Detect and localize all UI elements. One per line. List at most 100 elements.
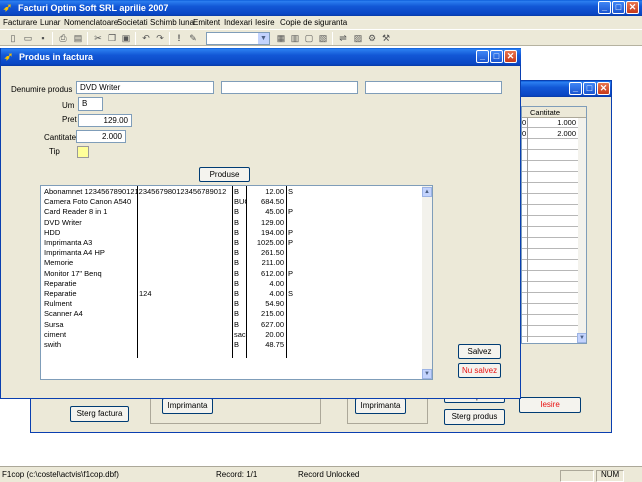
- exclamation-icon[interactable]: !: [173, 32, 185, 44]
- table-row[interactable]: 0 2.000: [522, 129, 578, 139]
- product-name: Imprimanta A3: [44, 238, 93, 247]
- product-price: 612.00: [261, 268, 284, 278]
- iesire-button[interactable]: Iesire: [519, 397, 581, 413]
- salvez-button[interactable]: Salvez: [458, 344, 501, 359]
- product-price: 48.75: [265, 340, 284, 349]
- dialog-close-button[interactable]: ✕: [504, 50, 517, 63]
- product-name: Memorie: [44, 258, 74, 268]
- report-icon[interactable]: ▧: [317, 32, 329, 44]
- print-icon[interactable]: ⎙: [57, 32, 69, 44]
- extra-field-2[interactable]: [365, 81, 502, 94]
- settings-icon[interactable]: ⚒: [380, 32, 392, 44]
- imprimanta-button-1[interactable]: Imprimanta: [162, 398, 213, 414]
- menu-iesire[interactable]: Iesire: [255, 18, 275, 27]
- table-row[interactable]: [522, 217, 578, 227]
- product-list[interactable]: Abonamnet 123456789012123456798012345678…: [40, 185, 433, 380]
- table-row[interactable]: [522, 327, 578, 337]
- sterg-produs-button[interactable]: Sterg produs: [444, 409, 505, 425]
- product-price: 215.00: [261, 309, 284, 319]
- menu-societati[interactable]: Societati: [117, 18, 148, 27]
- app-minimize-button[interactable]: _: [598, 1, 611, 14]
- copy-icon[interactable]: ❐: [106, 32, 118, 44]
- preview-icon[interactable]: ▤: [72, 32, 84, 44]
- app-title-bar[interactable]: ➶ Facturi Optim Soft SRL aprilie 2007 _ …: [0, 0, 642, 16]
- table-row[interactable]: [522, 228, 578, 238]
- invoice-close-button[interactable]: ✕: [597, 82, 610, 95]
- table-icon[interactable]: ▥: [289, 32, 301, 44]
- paste-icon[interactable]: ▣: [120, 32, 132, 44]
- query-icon[interactable]: ⇌: [337, 32, 349, 44]
- grid-scrollbar[interactable]: [578, 118, 586, 343]
- chevron-down-icon[interactable]: ▼: [258, 33, 269, 44]
- um-input[interactable]: B: [78, 97, 103, 111]
- menu-copie-de-siguranta[interactable]: Copie de siguranta: [280, 18, 347, 27]
- design-icon[interactable]: ✎: [187, 32, 199, 44]
- product-list-scrollbar[interactable]: [422, 186, 432, 379]
- menu-schimb-luna[interactable]: Schimb luna: [150, 18, 194, 27]
- table-row[interactable]: [522, 272, 578, 282]
- table-row[interactable]: [522, 162, 578, 172]
- dialog-minimize-button[interactable]: _: [476, 50, 489, 63]
- produse-button[interactable]: Produse: [199, 167, 250, 182]
- nu-salvez-button[interactable]: Nu salvez: [458, 363, 501, 378]
- menu-indexari[interactable]: Indexari: [224, 18, 252, 27]
- dialog-title-bar[interactable]: ➶ Produs in factura _ □ ✕: [1, 48, 521, 66]
- table-row[interactable]: [522, 294, 578, 304]
- app-close-button[interactable]: ✕: [626, 1, 639, 14]
- invoice-maximize-button[interactable]: □: [583, 82, 596, 95]
- table-row[interactable]: [522, 195, 578, 205]
- table-row[interactable]: [522, 261, 578, 271]
- menu-facturare[interactable]: Facturare: [3, 18, 37, 27]
- open-icon[interactable]: ▭: [22, 32, 34, 44]
- invoice-minimize-button[interactable]: _: [569, 82, 582, 95]
- grid-divider: [527, 118, 528, 342]
- table-row[interactable]: [522, 206, 578, 216]
- table-row[interactable]: [522, 316, 578, 326]
- scroll-down-icon[interactable]: ▼: [577, 333, 586, 343]
- product-price: 261.50: [261, 248, 284, 258]
- label-um: Um: [62, 101, 75, 110]
- sterg-factura-button[interactable]: Sterg factura: [70, 406, 129, 422]
- wizard-icon[interactable]: ▨: [352, 32, 364, 44]
- table-row[interactable]: [522, 250, 578, 260]
- invoice-lines-grid[interactable]: Cantitate 0 1.000 0 2.000 ▼: [521, 106, 587, 344]
- table-row[interactable]: [522, 305, 578, 315]
- menu-lunar[interactable]: Lunar: [40, 18, 60, 27]
- menu-bar: Facturare Lunar Nomenclatoare Societati …: [0, 16, 642, 29]
- scroll-down-icon[interactable]: ▼: [422, 369, 432, 379]
- denumire-produs-input[interactable]: DVD Writer: [76, 81, 214, 94]
- table-row[interactable]: [522, 239, 578, 249]
- pret-input[interactable]: 129.00: [78, 114, 132, 127]
- imprimanta-button-2[interactable]: Imprimanta: [355, 398, 406, 414]
- product-um: B: [234, 187, 240, 196]
- product-um: B: [234, 299, 240, 309]
- menu-nomenclatoare[interactable]: Nomenclatoare: [64, 18, 118, 27]
- table-row[interactable]: [522, 184, 578, 194]
- tip-color-box[interactable]: [77, 146, 89, 158]
- extra-field-1[interactable]: [221, 81, 358, 94]
- toolbar-combo[interactable]: ▼: [206, 32, 270, 45]
- toolbar-separator: [135, 32, 136, 45]
- grid-icon[interactable]: ▦: [275, 32, 287, 44]
- new-icon[interactable]: ▯: [7, 32, 19, 44]
- cut-icon[interactable]: ✂: [92, 32, 104, 44]
- app-maximize-button[interactable]: □: [612, 1, 625, 14]
- cantitate-input[interactable]: 2.000: [76, 130, 126, 143]
- product-price: 1025.00: [256, 238, 284, 247]
- save-icon[interactable]: ▪: [37, 32, 49, 44]
- table-row[interactable]: 0 1.000: [522, 118, 578, 128]
- table-row[interactable]: [522, 151, 578, 161]
- table-row[interactable]: [522, 173, 578, 183]
- product-um: sac: [234, 329, 246, 339]
- table-row[interactable]: [522, 283, 578, 293]
- redo-icon[interactable]: ↷: [154, 32, 166, 44]
- dialog-maximize-button[interactable]: □: [490, 50, 503, 63]
- product-um: B: [234, 207, 240, 217]
- scroll-up-icon[interactable]: ▲: [422, 187, 432, 197]
- menu-emitent[interactable]: Emitent: [193, 18, 220, 27]
- tools-icon[interactable]: ⚙: [366, 32, 378, 44]
- undo-icon[interactable]: ↶: [140, 32, 152, 44]
- status-bar: F1cop (c:\costel\actvis\f1cop.dbf) Recor…: [0, 466, 642, 482]
- table-row[interactable]: [522, 140, 578, 150]
- form-icon[interactable]: ▢: [303, 32, 315, 44]
